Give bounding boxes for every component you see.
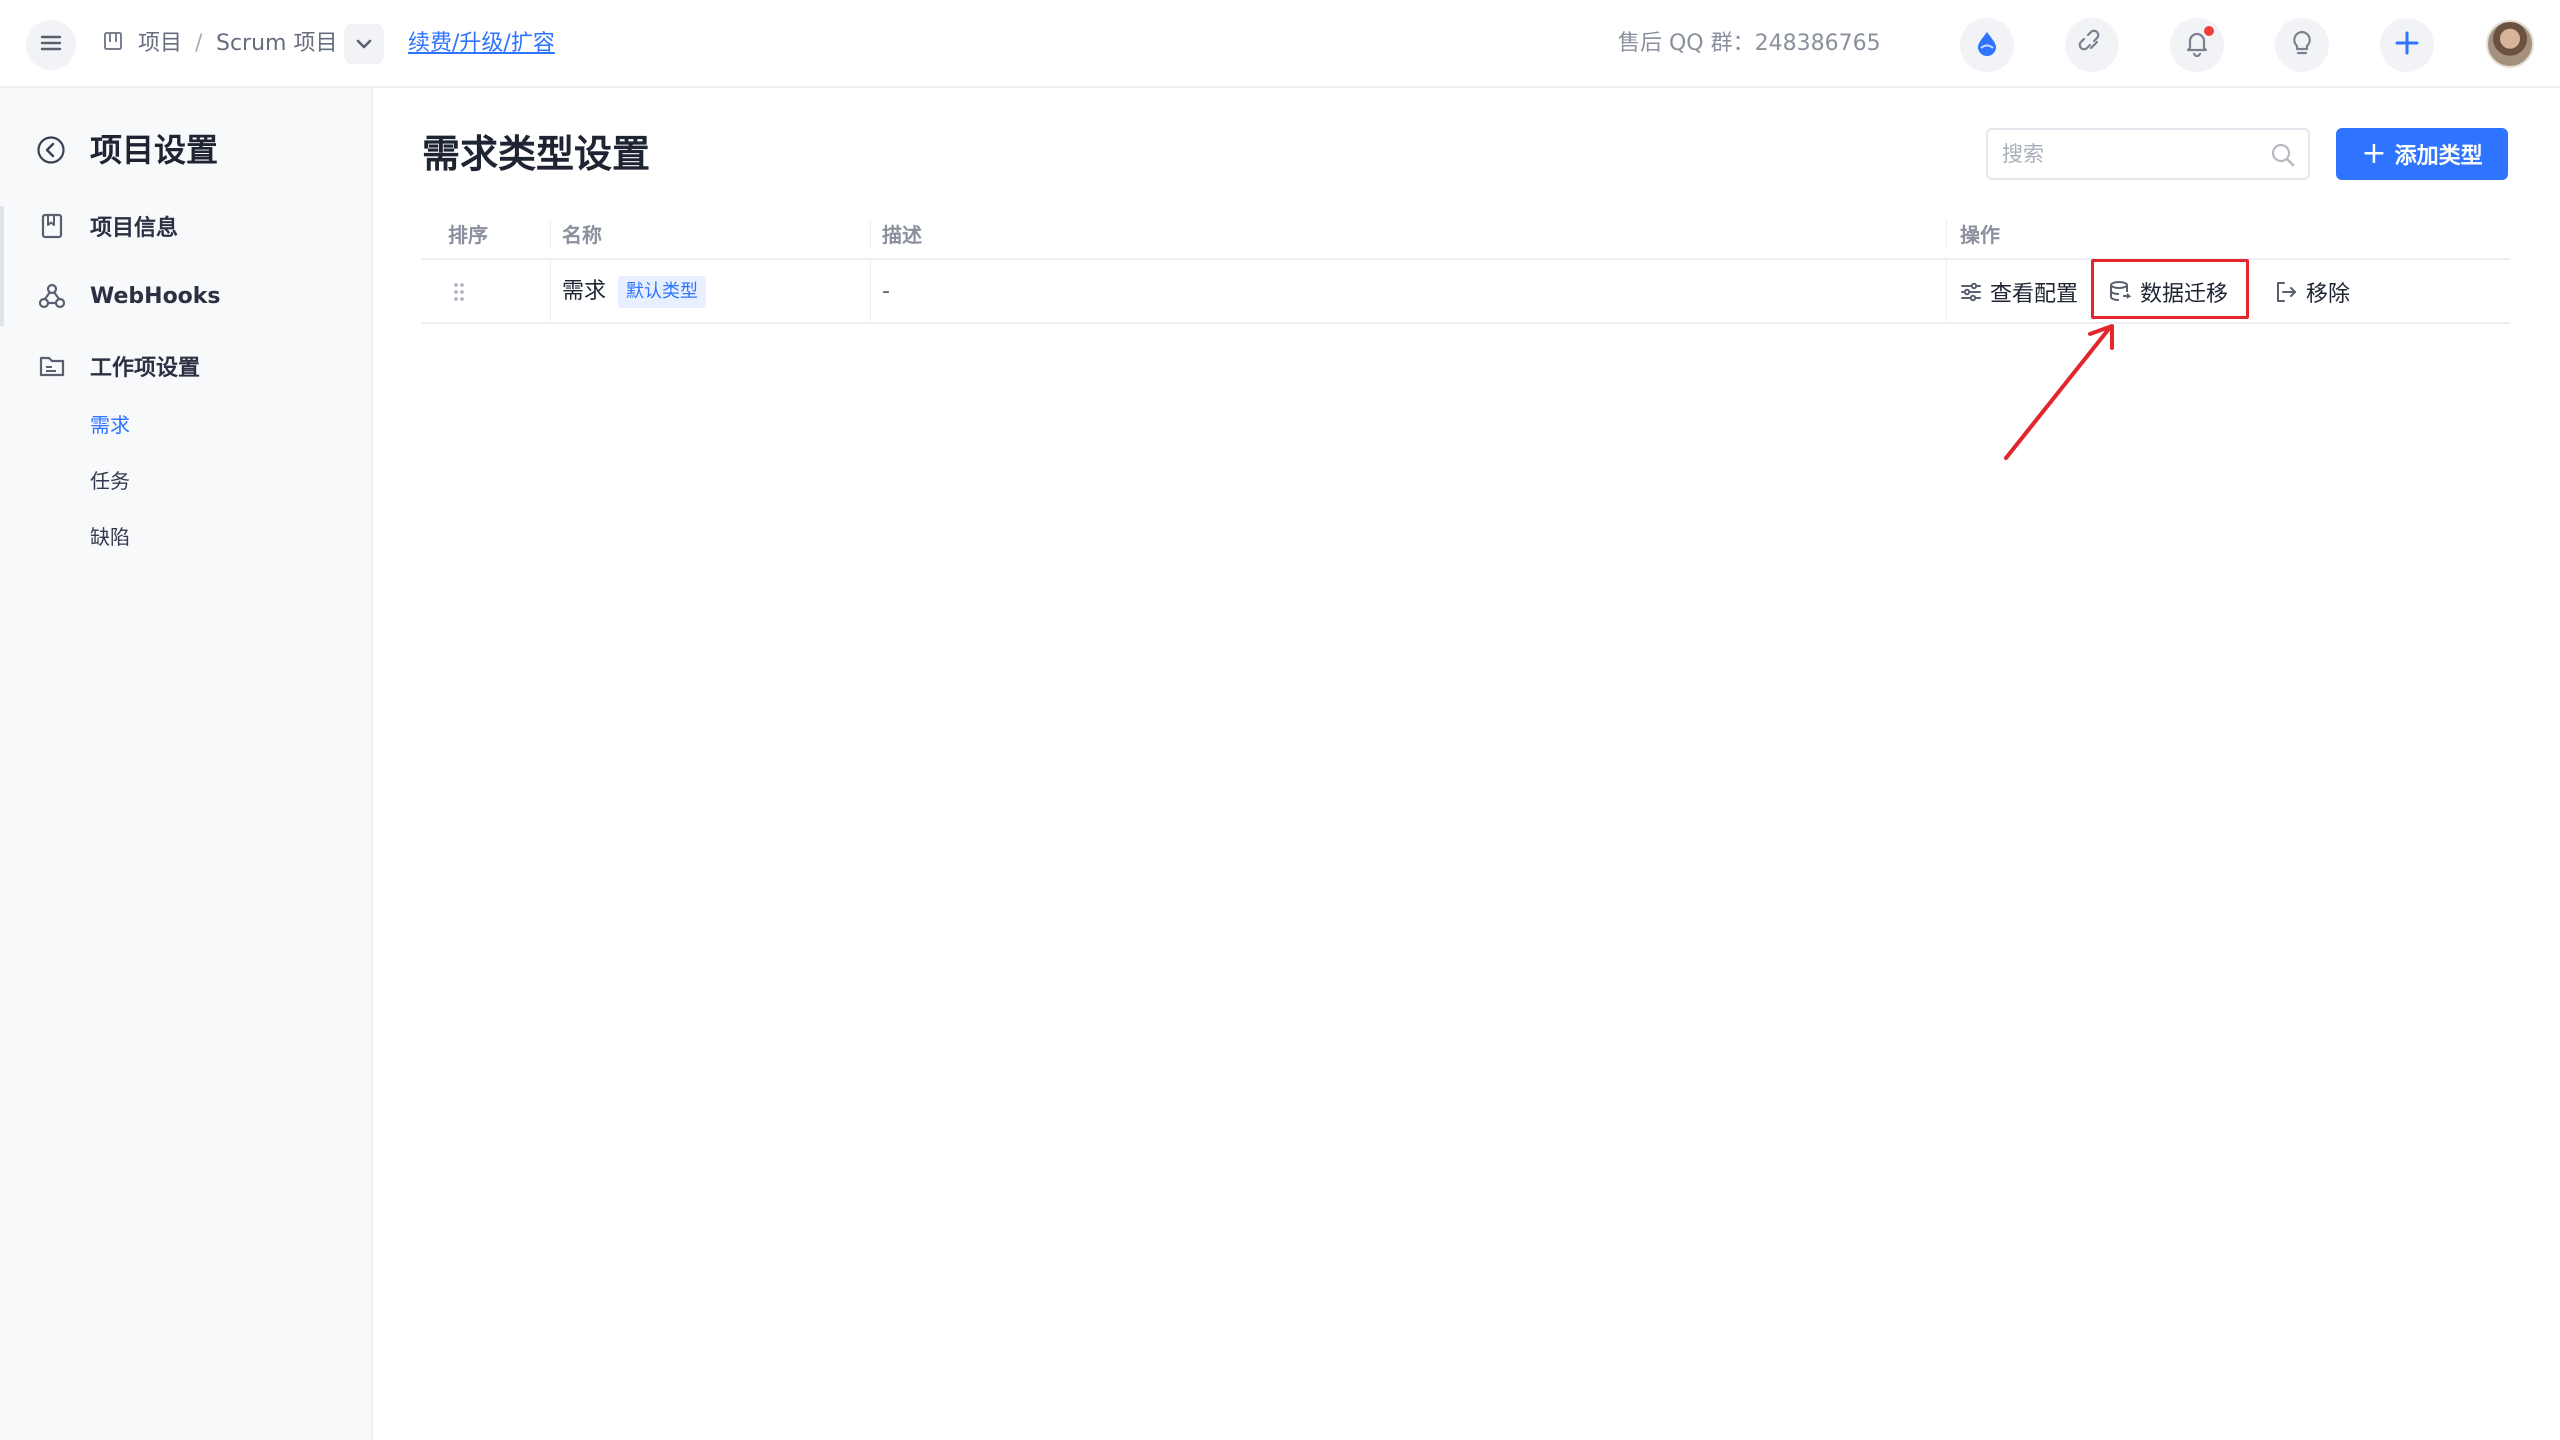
sidebar-item-label: 项目信息 <box>90 216 179 241</box>
column-divider <box>1946 220 1947 250</box>
notification-button[interactable] <box>2170 18 2224 72</box>
support-qq-text: 售后 QQ 群：248386765 <box>1618 31 1881 56</box>
column-divider <box>550 220 551 250</box>
back-circle-icon[interactable] <box>36 135 66 169</box>
breadcrumb-current-project[interactable]: Scrum 项目 <box>216 28 337 60</box>
add-type-label: 添加类型 <box>2394 144 2483 169</box>
drop-button[interactable] <box>1960 18 2014 72</box>
view-config-label: 查看配置 <box>1990 282 2079 307</box>
folder-icon <box>36 350 68 382</box>
link-icon <box>2078 29 2106 61</box>
column-header-actions: 操作 <box>1960 223 2000 247</box>
settings-sidebar: 项目设置 项目信息 WebHooks 工作项设置 需求 任务 缺陷 <box>0 88 373 1440</box>
project-switch-dropdown[interactable] <box>344 24 384 64</box>
webhook-icon <box>36 280 68 312</box>
exit-icon <box>2274 280 2298 304</box>
default-type-badge: 默认类型 <box>618 276 706 308</box>
column-divider <box>550 260 551 322</box>
hamburger-icon <box>40 34 62 56</box>
sidebar-item-work-item-settings[interactable]: 工作项设置 <box>36 346 200 386</box>
column-header-name: 名称 <box>562 223 602 247</box>
search-input[interactable] <box>2002 138 2252 170</box>
create-button[interactable] <box>2380 18 2434 72</box>
table-row: 需求 默认类型 - 查看配置 数据迁移 移除 <box>422 259 2510 324</box>
plus-icon <box>2393 29 2421 61</box>
remove-label: 移除 <box>2306 282 2351 307</box>
drag-handle-icon[interactable] <box>452 282 466 306</box>
sidebar-item-label: 工作项设置 <box>90 356 201 381</box>
user-avatar[interactable] <box>2486 20 2534 68</box>
type-name: 需求 <box>562 279 607 304</box>
highlight-box <box>2091 259 2249 319</box>
sliders-icon <box>1960 281 1982 303</box>
breadcrumb-separator: / <box>195 31 203 56</box>
add-type-button[interactable]: + 添加类型 <box>2336 128 2508 180</box>
menu-button[interactable] <box>26 20 76 70</box>
sidebar-sub-item-bug[interactable]: 缺陷 <box>90 522 130 552</box>
plus-icon: + <box>2361 136 2387 171</box>
sidebar-item-webhooks[interactable]: WebHooks <box>36 276 221 316</box>
sidebar-title: 项目设置 <box>90 131 219 169</box>
sidebar-scroll-indicator <box>0 206 4 326</box>
upgrade-link[interactable]: 续费/升级/扩容 <box>408 28 555 60</box>
sidebar-item-label: WebHooks <box>90 283 221 309</box>
column-divider <box>1946 260 1947 322</box>
remove-button[interactable]: 移除 <box>2274 274 2350 310</box>
table-header: 排序 名称 描述 操作 <box>422 212 2510 260</box>
column-header-order: 排序 <box>448 223 488 247</box>
breadcrumb-project[interactable]: 项目 <box>138 28 182 60</box>
link-button[interactable] <box>2065 18 2119 72</box>
type-description: - <box>882 279 890 304</box>
project-icon <box>102 30 124 62</box>
drop-icon <box>1973 29 2001 61</box>
search-box <box>1986 128 2310 180</box>
annotation-arrow-icon <box>1990 320 2140 474</box>
column-divider <box>870 220 871 250</box>
page-title: 需求类型设置 <box>422 132 651 176</box>
bookmark-icon <box>36 210 68 242</box>
sidebar-sub-item-task[interactable]: 任务 <box>90 466 130 496</box>
column-divider <box>870 260 871 322</box>
chevron-down-icon <box>355 35 373 54</box>
tips-button[interactable] <box>2275 18 2329 72</box>
unread-dot <box>2204 26 2214 36</box>
sidebar-sub-item-requirement[interactable]: 需求 <box>90 410 130 440</box>
sidebar-item-project-info[interactable]: 项目信息 <box>36 206 178 246</box>
type-table: 排序 名称 描述 操作 需求 默认类型 - 查看配置 数据迁移 移除 <box>422 212 2510 324</box>
search-icon[interactable] <box>2270 142 2296 172</box>
column-header-description: 描述 <box>882 223 922 247</box>
view-config-button[interactable]: 查看配置 <box>1960 274 2078 310</box>
bulb-icon <box>2289 29 2315 61</box>
top-bar: 项目 / Scrum 项目 续费/升级/扩容 售后 QQ 群：248386765 <box>0 0 2560 88</box>
